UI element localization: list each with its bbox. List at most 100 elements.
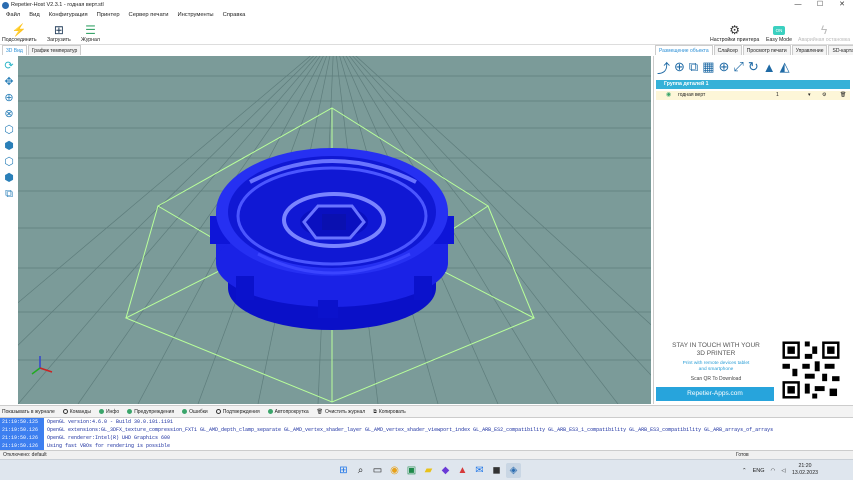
window-title: Repetier-Host V2.3.1 - годная верт.stl (11, 2, 104, 8)
filter-commands[interactable]: Команды (62, 409, 91, 415)
object-row[interactable]: ◉ годная верт 1 ▾ ⚙ 🗑 (656, 91, 850, 100)
easy-mode-button[interactable]: ON Easy Mode (766, 20, 792, 45)
zoom-icon[interactable]: ⊕ (4, 90, 13, 106)
repetier-apps-button[interactable]: Repetier-Apps.com (656, 387, 774, 401)
autoposition-icon[interactable]: ▦ (702, 59, 714, 75)
menu-tools[interactable]: Инструменты (177, 12, 213, 18)
clear-log-button[interactable]: 🗑 Очистить журнал (317, 409, 366, 415)
warnings-radio-icon (127, 409, 133, 414)
3d-model[interactable] (210, 148, 454, 330)
tab-temperature-graph[interactable]: График температур (27, 45, 82, 55)
copy-icon: ⧉ (373, 408, 377, 415)
copy-object-icon[interactable]: ⧉ (689, 59, 698, 75)
side-view-icon[interactable]: ⬡ (4, 154, 14, 170)
filter-acks[interactable]: Подтверждения (215, 409, 260, 415)
emergency-stop-button[interactable]: ϟ Аварийная остановка (798, 20, 850, 45)
mirror-object-icon[interactable]: ◭ (780, 59, 790, 75)
minimize-button[interactable]: — (787, 0, 809, 10)
lightning-icon: ϟ (820, 23, 828, 37)
scale-object-icon[interactable]: ⤢ (733, 59, 743, 75)
volume-icon[interactable]: ◁ (781, 468, 785, 474)
clock[interactable]: 21:20 13.02.2023 (792, 463, 818, 477)
connect-button[interactable]: ⚡ Подсоединить (2, 20, 37, 45)
autoscroll-toggle[interactable]: Автопрокрутка (267, 409, 309, 415)
chevron-up-icon[interactable]: ⌃ (742, 468, 747, 474)
repetier-apps-promo: STAY IN TOUCH WITH YOUR 3D PRINTER Print… (656, 339, 852, 403)
search-icon[interactable]: ⌕ (353, 463, 368, 478)
move-view-icon[interactable]: ✥ (4, 74, 13, 90)
trash-icon: 🗑 (316, 408, 323, 415)
printer-settings-button[interactable]: ⚙ Настройки принтера (710, 20, 759, 45)
fit-view-icon[interactable]: ⊗ (4, 106, 13, 122)
info-radio-icon (98, 409, 104, 414)
clock-time: 21:20 (798, 463, 812, 469)
object-placement-panel: ⤴ ⊕ ⧉ ▦ ⊕ ⤢ ↻ ▲ ◭ Группа деталей 1 ◉ год… (653, 56, 853, 404)
center-object-icon[interactable]: ⊕ (719, 59, 730, 75)
title-bar: Repetier-Host V2.3.1 - годная верт.stl —… (0, 0, 853, 10)
trash-icon[interactable]: 🗑 (840, 91, 846, 100)
chevron-down-icon[interactable]: ▾ (808, 91, 811, 100)
app-icon-red[interactable]: ▲ (455, 463, 470, 478)
copy-log-button[interactable]: ⧉ Копировать (373, 409, 406, 415)
explorer-icon[interactable]: ▰ (421, 463, 436, 478)
rotate-view-icon[interactable]: ⟳ (4, 58, 13, 74)
promo-heading-1: STAY IN TOUCH WITH YOUR (672, 342, 760, 349)
settings-icon[interactable]: ⚙ (822, 91, 826, 100)
task-view-icon[interactable]: ▭ (370, 463, 385, 478)
mail-icon[interactable]: ✉ (472, 463, 487, 478)
filter-info[interactable]: Инфо (98, 409, 119, 415)
filter-errors[interactable]: Ошибки (182, 409, 208, 415)
close-button[interactable]: ✕ (831, 0, 853, 10)
media-icon[interactable]: ◆ (438, 463, 453, 478)
log-line: 21:19:50.126 OpenGL renderer:Intel(R) UHD… (0, 434, 171, 442)
log-list-icon: ☰ (85, 23, 96, 37)
top-view-icon[interactable]: ⬢ (4, 138, 14, 154)
object-tools: ⤴ ⊕ ⧉ ▦ ⊕ ⤢ ↻ ▲ ◭ (654, 56, 853, 78)
promo-heading-2: 3D PRINTER (696, 350, 736, 357)
filter-warnings[interactable]: Предупреждения (127, 409, 174, 415)
repetier-taskbar-icon[interactable]: ◈ (506, 463, 521, 478)
menu-help[interactable]: Справка (223, 12, 246, 18)
tab-slicer[interactable]: Слайсер (713, 45, 742, 55)
open-file-icon[interactable]: ⤴ (657, 58, 670, 77)
load-button[interactable]: ⊞ Загрузить (47, 20, 71, 45)
log-line: 21:19:50.125 OpenGL version:4.6.0 - Build… (0, 418, 174, 426)
tab-control[interactable]: Управление (791, 45, 828, 55)
menu-view[interactable]: Вид (29, 12, 40, 18)
cut-object-icon[interactable]: ▲ (763, 60, 776, 75)
wifi-icon[interactable]: ◠ (771, 468, 776, 474)
log-panel[interactable]: 21:19:50.125 OpenGL version:4.6.0 - Build… (0, 417, 853, 450)
3d-viewport[interactable] (18, 56, 651, 404)
menu-config[interactable]: Конфигурация (49, 12, 88, 18)
show-in-log-label: Показывать в журнале (2, 408, 55, 415)
tab-3d-view[interactable]: 3D Вид (2, 45, 27, 55)
autoscroll-radio-icon (267, 409, 273, 414)
excel-icon[interactable]: ▣ (404, 463, 419, 478)
windows-start-icon[interactable]: ⊞ (336, 463, 351, 478)
menu-file[interactable]: Файл (6, 12, 20, 18)
tab-sd-card[interactable]: SD-карта (828, 45, 853, 55)
system-tray: ⌃ ENG ◠ ◁ (742, 462, 792, 479)
menu-printer[interactable]: Принтер (97, 12, 120, 18)
tab-print-preview[interactable]: Просмотр печати (742, 45, 791, 55)
gear-icon: ⚙ (729, 23, 741, 37)
right-tabs: Размещение объекта Слайсер Просмотр печа… (655, 45, 853, 55)
keyboard-language[interactable]: ENG (753, 468, 765, 474)
tab-object-placement[interactable]: Размещение объекта (655, 45, 713, 55)
eye-icon[interactable]: ◉ (666, 91, 671, 100)
iso-view-icon[interactable]: ⬢ (4, 170, 14, 186)
add-object-icon[interactable]: ⊕ (674, 59, 685, 75)
maximize-button[interactable]: ☐ (809, 0, 831, 10)
object-qty[interactable]: 1 (776, 91, 779, 100)
group-header[interactable]: Группа деталей 1 (656, 80, 850, 89)
rotate-object-icon[interactable]: ↻ (748, 59, 759, 75)
parallel-view-icon[interactable]: ⧉ (5, 186, 13, 202)
log-button[interactable]: ☰ Журнал (81, 20, 100, 45)
front-view-icon[interactable]: ⬡ (4, 122, 14, 138)
menu-print-server[interactable]: Сервер печати (129, 12, 169, 18)
app-icon-dark[interactable]: ◼ (489, 463, 504, 478)
object-name: годная верт (678, 92, 706, 98)
status-bar: Отключено: default Готов (0, 450, 853, 459)
chrome-icon[interactable]: ◉ (387, 463, 402, 478)
log-line: 21:19:50.126 OpenGL extensions:GL_3DFX_te… (0, 426, 774, 434)
